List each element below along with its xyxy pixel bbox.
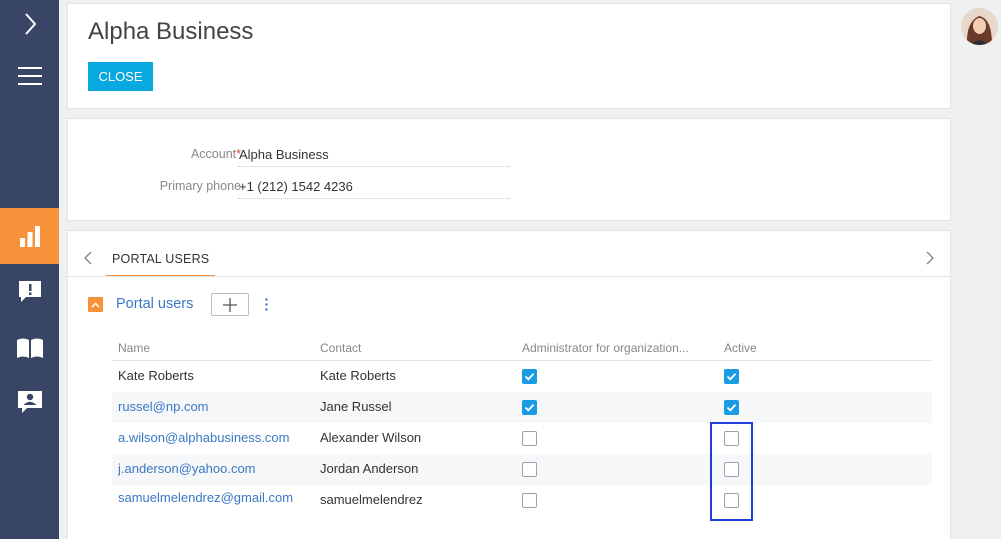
active-checkboxes-highlight bbox=[710, 422, 753, 521]
nav-knowledge-base[interactable] bbox=[0, 326, 59, 370]
tab-scroll-right[interactable] bbox=[926, 251, 934, 268]
table-row[interactable]: a.wilson@alphabusiness.com Alexander Wil… bbox=[112, 423, 932, 454]
avatar-photo-icon bbox=[961, 8, 998, 45]
grid-header: Name Contact Administrator for organizat… bbox=[112, 339, 932, 361]
contact-cell: Jordan Anderson bbox=[320, 461, 419, 476]
add-portal-user-button[interactable] bbox=[211, 293, 249, 316]
cases-icon bbox=[18, 281, 41, 302]
table-row[interactable]: Kate Roberts Kate Roberts bbox=[112, 361, 932, 392]
checkmark-icon bbox=[726, 404, 737, 412]
admin-checkbox[interactable] bbox=[522, 369, 537, 384]
plus-icon bbox=[223, 297, 237, 312]
primary-phone-field-row: Primary phone +1 (212) 1542 4236 bbox=[68, 175, 528, 199]
contact-cell: Kate Roberts bbox=[320, 368, 396, 383]
menu-icon bbox=[17, 67, 42, 85]
right-panel bbox=[951, 0, 1001, 539]
admin-checkbox[interactable] bbox=[522, 400, 537, 415]
contact-cell: Jane Russel bbox=[320, 399, 392, 414]
more-actions-button[interactable] bbox=[261, 293, 271, 316]
contact-cell: samuelmelendrez bbox=[320, 492, 423, 507]
chevron-right-icon bbox=[24, 13, 36, 35]
page-header: Alpha Business CLOSE bbox=[67, 3, 951, 109]
portal-users-section: PORTAL USERS Portal users Name Contact A… bbox=[67, 230, 951, 539]
nav-analytics[interactable] bbox=[0, 208, 59, 264]
analytics-icon bbox=[19, 226, 40, 247]
column-header-name[interactable]: Name bbox=[118, 341, 150, 355]
tab-scroll-left[interactable] bbox=[84, 251, 92, 268]
primary-phone-label: Primary phone bbox=[159, 179, 241, 193]
admin-checkbox[interactable] bbox=[522, 462, 537, 477]
contact-cell: Alexander Wilson bbox=[320, 430, 422, 445]
account-label: Account* bbox=[190, 147, 241, 161]
checkmark-icon bbox=[524, 404, 535, 412]
name-link[interactable]: samuelmelendrez@gmail.com bbox=[118, 490, 298, 506]
close-button[interactable]: CLOSE bbox=[88, 62, 153, 91]
table-row[interactable]: samuelmelendrez@gmail.com samuelmelendre… bbox=[112, 485, 932, 529]
name-link[interactable]: russel@np.com bbox=[118, 399, 209, 414]
admin-checkbox[interactable] bbox=[522, 493, 537, 508]
left-nav bbox=[0, 0, 59, 539]
table-row[interactable]: russel@np.com Jane Russel bbox=[112, 392, 932, 423]
nav-contacts[interactable] bbox=[0, 380, 59, 424]
portal-users-group-title[interactable]: Portal users bbox=[116, 296, 193, 312]
tab-portal-users[interactable]: PORTAL USERS bbox=[106, 248, 216, 277]
active-checkbox[interactable] bbox=[724, 400, 739, 415]
collapse-group-toggle[interactable] bbox=[88, 297, 103, 312]
column-header-admin[interactable]: Administrator for organization... bbox=[522, 341, 689, 355]
column-header-active[interactable]: Active bbox=[724, 341, 757, 355]
table-row[interactable]: j.anderson@yahoo.com Jordan Anderson bbox=[112, 454, 932, 485]
nav-cases[interactable] bbox=[0, 270, 59, 314]
chevron-right-icon bbox=[926, 251, 934, 265]
expand-nav-button[interactable] bbox=[0, 6, 59, 42]
user-avatar[interactable] bbox=[961, 8, 998, 45]
admin-checkbox[interactable] bbox=[522, 431, 537, 446]
account-field-row: Account* Alpha Business bbox=[68, 143, 528, 167]
primary-phone-field[interactable]: +1 (212) 1542 4236 bbox=[238, 175, 510, 199]
checkmark-icon bbox=[726, 373, 737, 381]
tab-divider bbox=[68, 276, 950, 277]
more-vertical-icon bbox=[264, 298, 268, 311]
main-menu-button[interactable] bbox=[0, 58, 59, 94]
chevron-left-icon bbox=[84, 251, 92, 265]
knowledge-base-icon bbox=[16, 338, 43, 358]
contacts-icon bbox=[17, 391, 42, 413]
active-checkbox[interactable] bbox=[724, 369, 739, 384]
page-title: Alpha Business bbox=[88, 18, 254, 45]
checkmark-icon bbox=[524, 373, 535, 381]
account-field[interactable]: Alpha Business bbox=[238, 143, 510, 167]
column-header-contact[interactable]: Contact bbox=[320, 341, 361, 355]
portal-users-grid: Name Contact Administrator for organizat… bbox=[112, 339, 932, 529]
name-cell: Kate Roberts bbox=[118, 368, 194, 383]
name-link[interactable]: a.wilson@alphabusiness.com bbox=[118, 430, 289, 445]
account-fields: Account* Alpha Business Primary phone +1… bbox=[67, 118, 951, 221]
chevron-up-icon bbox=[91, 301, 100, 308]
name-link[interactable]: j.anderson@yahoo.com bbox=[118, 461, 256, 476]
